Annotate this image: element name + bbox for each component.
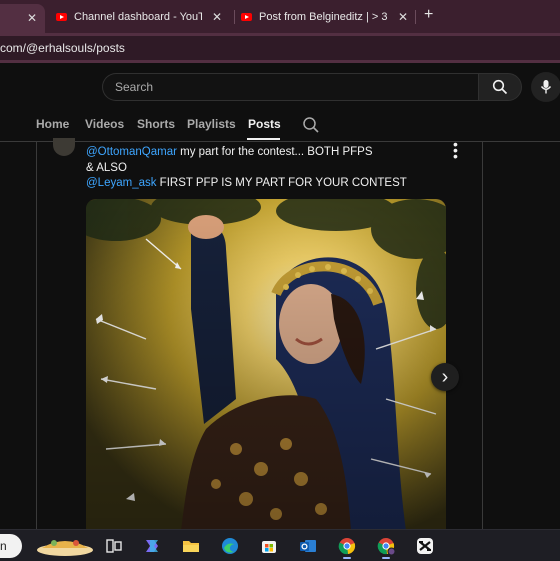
browser-tab-post[interactable]: Post from Belgineditz | > 3 - You ✕ [241, 4, 411, 30]
address-bar-url[interactable]: com/@erhalsouls/posts [0, 41, 125, 55]
taskbar-active-indicator [382, 557, 390, 559]
youtube-icon [241, 13, 252, 21]
community-post: @OttomanQamar my part for the contest...… [36, 137, 483, 531]
post-body: @OttomanQamar my part for the contest...… [86, 145, 466, 192]
channel-search-icon[interactable] [302, 116, 320, 134]
tab-title: Post from Belgineditz | > 3 - You [259, 11, 389, 23]
file-explorer-icon[interactable] [181, 536, 201, 556]
post-text-segment: my part for the contest... BOTH PFPS [176, 146, 373, 158]
search-input[interactable]: Search [102, 73, 478, 101]
store-icon[interactable] [259, 536, 279, 556]
post-line-1: @OttomanQamar my part for the contest...… [86, 145, 466, 161]
avatar[interactable] [53, 138, 75, 156]
browser-tab-active[interactable]: ✕ [0, 4, 45, 33]
post-image[interactable] [86, 199, 446, 531]
new-tab-button[interactable]: + [424, 6, 433, 24]
post-menu-button[interactable]: • • • [453, 137, 458, 163]
image-next-button[interactable]: › [431, 363, 459, 391]
browser-tab-channel-dashboard[interactable]: Channel dashboard - YouTube ✕ [56, 4, 233, 30]
channel-tabs: Home Videos Shorts Playlists Posts [0, 113, 560, 142]
post-image-art [86, 199, 446, 531]
chevron-right-icon: › [441, 366, 449, 388]
tab-title: Channel dashboard - YouTube [74, 11, 202, 23]
tab-videos[interactable]: Videos [85, 117, 124, 131]
tab-separator [415, 10, 416, 24]
tab-home[interactable]: Home [36, 117, 69, 131]
voice-search-button[interactable] [531, 72, 560, 102]
outlook-icon[interactable] [298, 536, 318, 556]
youtube-icon [56, 13, 67, 21]
search-icon [492, 79, 508, 95]
chrome-profile-icon[interactable] [376, 536, 396, 556]
mention-link[interactable]: @Leyam_ask [86, 177, 156, 189]
youtube-header: Search [0, 63, 560, 113]
more-vert-icon: • • • [453, 136, 458, 164]
browser-toolbar: com/@erhalsouls/posts [0, 33, 560, 63]
microphone-icon [540, 80, 552, 94]
task-view-icon[interactable] [104, 536, 124, 556]
search-button[interactable] [478, 73, 522, 101]
edge-icon[interactable] [220, 536, 240, 556]
taskbar-search[interactable]: n [0, 534, 22, 558]
tab-separator [234, 10, 235, 24]
tab-posts[interactable]: Posts [248, 117, 281, 131]
capcut-icon[interactable] [415, 536, 435, 556]
post-line-3: @Leyam_ask FIRST PFP IS MY PART FOR YOUR… [86, 176, 466, 192]
copilot-icon[interactable] [142, 536, 162, 556]
post-line-2: & ALSO [86, 161, 127, 174]
chrome-icon[interactable] [337, 536, 357, 556]
tab-close-icon[interactable]: ✕ [27, 11, 37, 25]
taskbar-widget-icon[interactable] [34, 532, 96, 559]
tab-close-icon[interactable]: ✕ [398, 10, 408, 24]
active-tab-indicator [247, 138, 280, 140]
taskbar-active-indicator [343, 557, 351, 559]
windows-taskbar: n [0, 529, 560, 561]
browser-tab-strip: ✕ Channel dashboard - YouTube ✕ Post fro… [0, 0, 560, 33]
mention-link[interactable]: @OttomanQamar [86, 146, 177, 158]
post-text-segment: FIRST PFP IS MY PART FOR YOUR CONTEST [156, 177, 407, 189]
tab-playlists[interactable]: Playlists [187, 117, 236, 131]
tab-shorts[interactable]: Shorts [137, 117, 175, 131]
tab-close-icon[interactable]: ✕ [212, 10, 222, 24]
